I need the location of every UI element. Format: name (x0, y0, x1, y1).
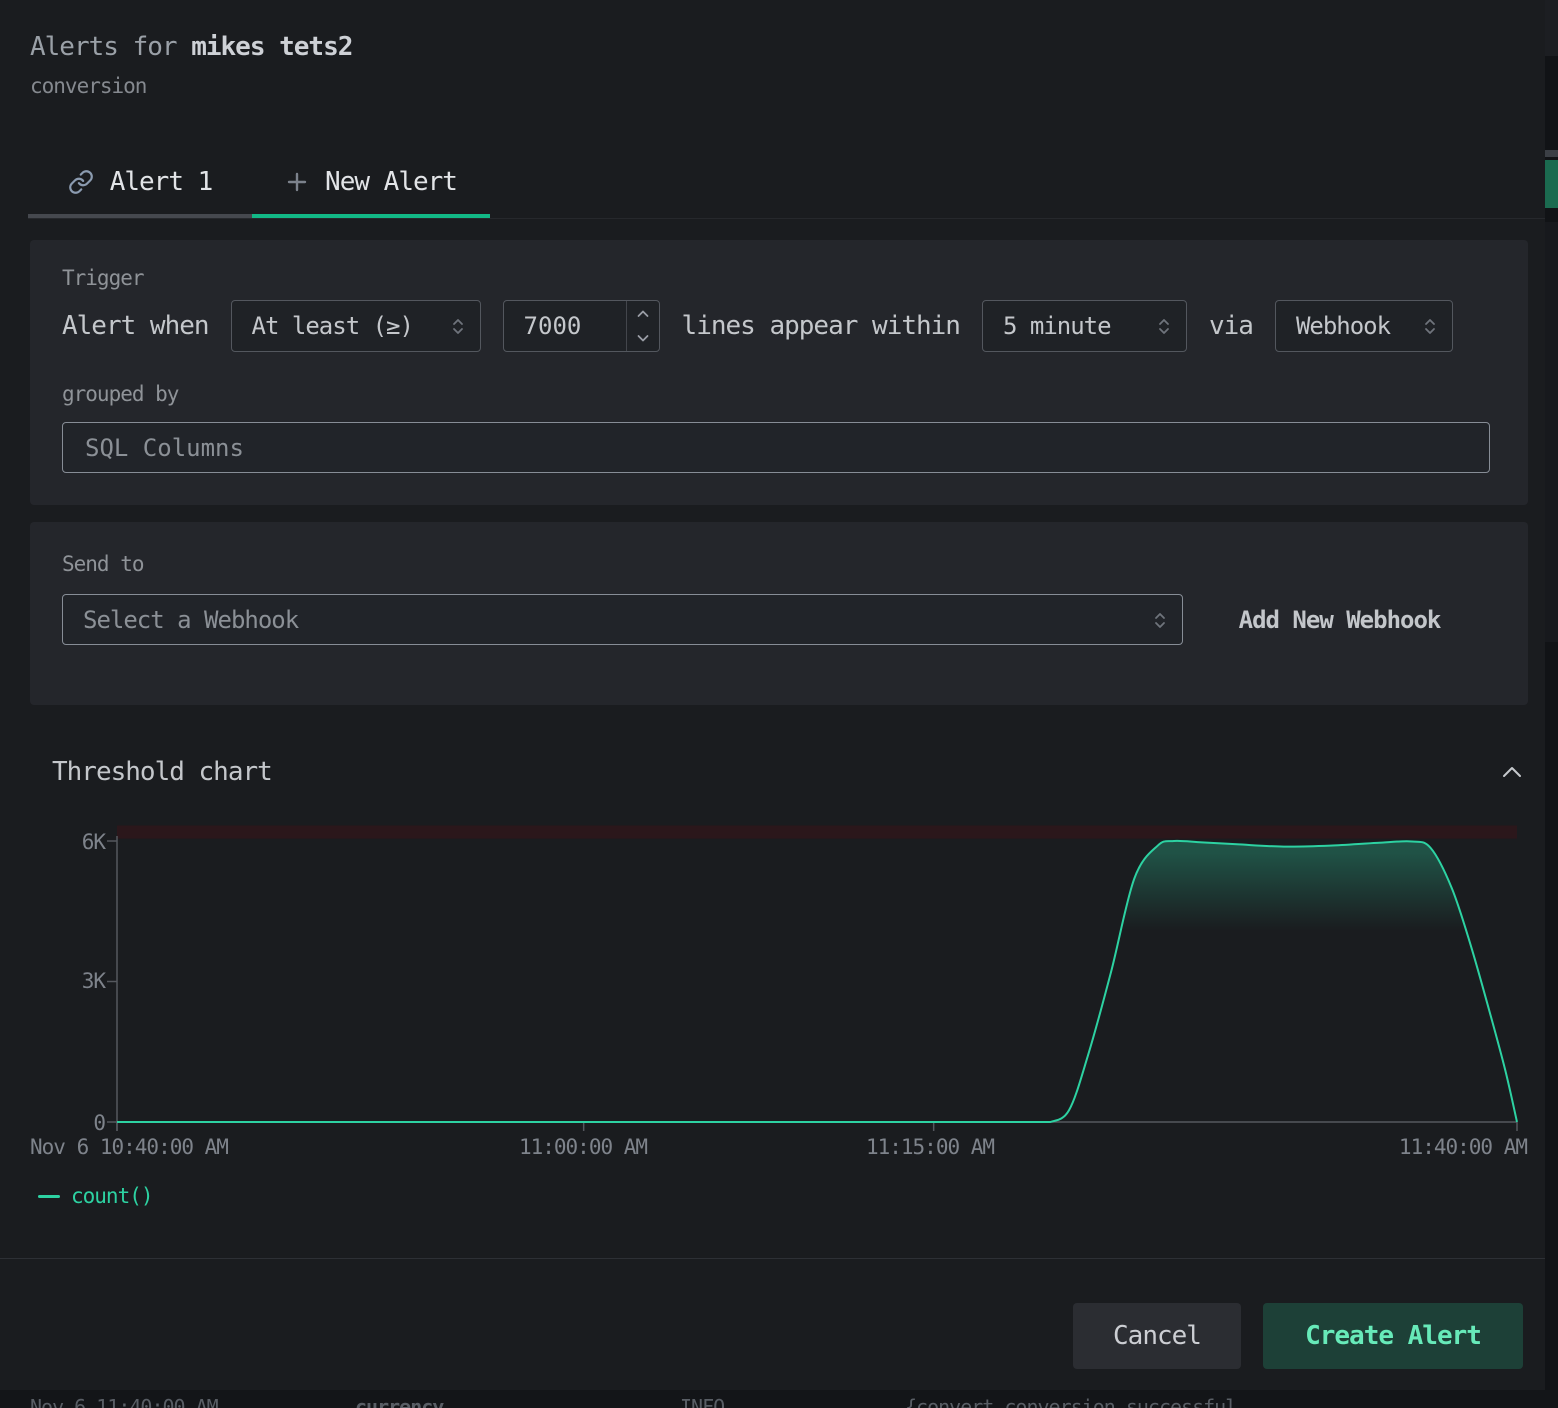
link-icon (68, 169, 94, 195)
interval-select[interactable]: 5 minute (982, 300, 1187, 352)
log-message: {convert conversion successful (905, 1396, 1236, 1408)
add-new-webhook-button[interactable]: Add New Webhook (1183, 606, 1496, 634)
channel-select[interactable]: Webhook (1275, 300, 1453, 352)
tab-alert-1-label: Alert 1 (110, 167, 213, 197)
grouped-by-label: grouped by (62, 382, 178, 406)
trigger-row: Alert when At least (≥) lines appear wit… (62, 300, 1453, 352)
source-name: mikes tets2 (191, 32, 352, 62)
alert-when-text: Alert when (62, 311, 209, 341)
chevron-updown-icon (1152, 607, 1168, 633)
chevron-down-icon (637, 334, 649, 343)
webhook-select[interactable]: Select a Webhook (62, 594, 1183, 645)
legend-swatch (38, 1195, 60, 1198)
log-level: INFO (680, 1396, 724, 1408)
page-subtitle: conversion (30, 74, 146, 98)
threshold-chart[interactable] (117, 822, 1517, 1122)
chevron-up-icon (1501, 765, 1523, 779)
collapse-chart-button[interactable] (1496, 756, 1528, 788)
alert-modal: Alerts for mikes tets2 conversion Alert … (0, 0, 1558, 1408)
log-timestamp: Nov 6 11:40:00 AM (30, 1396, 218, 1408)
create-alert-button[interactable]: Create Alert (1263, 1303, 1523, 1369)
group-by-input[interactable] (62, 422, 1490, 473)
threshold-value-input-group (503, 300, 660, 352)
tab-alert-1[interactable]: Alert 1 (28, 150, 252, 218)
tab-new-alert[interactable]: New Alert (252, 150, 490, 218)
y-axis-tick-label: 6K (40, 830, 105, 854)
y-axis-tick-label: 0 (40, 1111, 105, 1135)
lines-appear-text: lines appear within (682, 311, 960, 341)
x-axis-tick-label: 11:40:00 AM (1399, 1135, 1527, 1159)
cancel-button[interactable]: Cancel (1073, 1303, 1241, 1369)
trigger-label: Trigger (62, 266, 144, 290)
send-to-row: Select a Webhook Add New Webhook (62, 594, 1496, 645)
number-spinner (626, 301, 659, 351)
condition-select[interactable]: At least (≥) (231, 300, 481, 352)
legend-label: count() (71, 1184, 153, 1208)
page-behind-modal-edge (1545, 0, 1558, 1390)
alert-tabbar: Alert 1 New Alert (28, 150, 1545, 219)
x-axis-tick-label: 11:15:00 AM (866, 1135, 994, 1159)
chevron-updown-icon (1422, 313, 1438, 339)
threshold-chart-title: Threshold chart (52, 757, 272, 787)
footer-buttons: Cancel Create Alert (1073, 1303, 1523, 1369)
footer-divider (0, 1258, 1545, 1259)
plus-icon (285, 170, 309, 194)
chevron-up-icon (637, 309, 649, 318)
legend-item-count[interactable]: count() (38, 1184, 153, 1208)
trigger-section: Trigger Alert when At least (≥) lines ap… (30, 240, 1528, 505)
send-to-label: Send to (62, 552, 144, 576)
chevron-updown-icon (1156, 313, 1172, 339)
threshold-value-input[interactable] (504, 301, 626, 351)
x-axis-tick-label: Nov 6 10:40:00 AM (30, 1135, 228, 1159)
send-to-section: Send to Select a Webhook Add New Webhook (30, 522, 1528, 705)
background-log-row: Nov 6 11:40:00 AM currency INFO {convert… (0, 1390, 1558, 1408)
spinner-up-button[interactable] (627, 301, 659, 326)
x-axis-tick-label: 11:00:00 AM (519, 1135, 647, 1159)
via-text: via (1209, 311, 1253, 341)
chevron-updown-icon (450, 313, 466, 339)
log-column: currency (355, 1396, 443, 1408)
tab-new-alert-label: New Alert (325, 167, 457, 197)
y-axis-tick-label: 3K (40, 969, 105, 993)
spinner-down-button[interactable] (627, 326, 659, 351)
page-title: Alerts for mikes tets2 (30, 32, 352, 62)
